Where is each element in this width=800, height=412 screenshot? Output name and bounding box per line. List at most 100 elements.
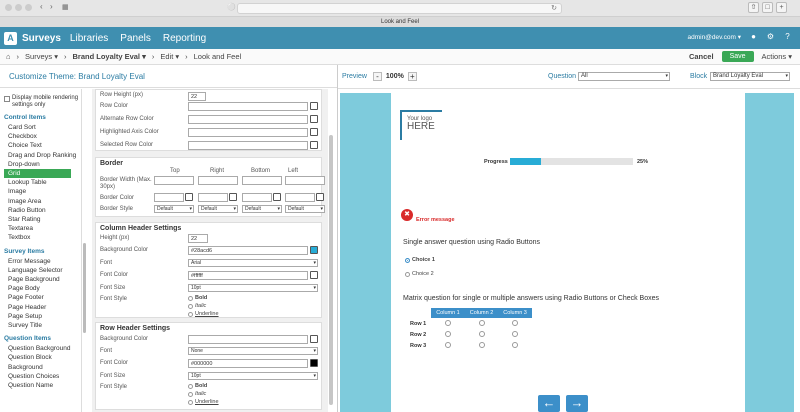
- sidebar-item[interactable]: Choice Text: [4, 141, 81, 150]
- matrix-radio[interactable]: [512, 319, 519, 326]
- alt-row-color-input[interactable]: [188, 115, 308, 124]
- gear-icon[interactable]: ⚙: [766, 32, 775, 41]
- matrix-radio[interactable]: [478, 330, 485, 337]
- border-width-right[interactable]: [198, 176, 238, 185]
- user-menu[interactable]: admin@dev.com ▾: [688, 33, 741, 41]
- row-bg-swatch[interactable]: [310, 335, 318, 343]
- row-font-color-swatch[interactable]: [310, 359, 318, 367]
- row-font-select[interactable]: None: [188, 347, 318, 355]
- cancel-button[interactable]: Cancel: [689, 52, 714, 61]
- close-window-icon[interactable]: [5, 4, 12, 11]
- border-style-left[interactable]: Default: [285, 205, 325, 213]
- border-style-bottom[interactable]: Default: [242, 205, 282, 213]
- col-style-italic[interactable]: Italic: [188, 303, 206, 309]
- sidebar-item[interactable]: Question Choices: [4, 372, 81, 381]
- sidebar-item[interactable]: Grid: [4, 169, 71, 179]
- sidebar-item[interactable]: Drag and Drop Ranking: [4, 151, 81, 160]
- selected-row-color-swatch[interactable]: [310, 141, 318, 149]
- border-color-bottom-swatch[interactable]: [273, 193, 281, 201]
- mobile-settings-toggle[interactable]: Display mobile rendering settings only: [4, 95, 81, 109]
- crumb-edit[interactable]: Edit ▾: [160, 52, 179, 61]
- col-bg-swatch[interactable]: [310, 246, 318, 254]
- zoom-out-button[interactable]: -: [372, 72, 382, 81]
- col-style-bold[interactable]: Bold: [188, 295, 207, 301]
- zoom-in-button[interactable]: +: [407, 72, 417, 81]
- border-style-top[interactable]: Default: [154, 205, 194, 213]
- reload-icon[interactable]: ↻: [551, 4, 557, 12]
- border-color-right-swatch[interactable]: [229, 193, 237, 201]
- sidebar-item[interactable]: Page Background: [4, 275, 81, 284]
- user-icon[interactable]: ●: [749, 32, 758, 41]
- sidebar-item[interactable]: Page Setup: [4, 312, 81, 321]
- sidebar-item[interactable]: Drop-down: [4, 160, 81, 169]
- mobile-checkbox[interactable]: [4, 96, 10, 102]
- highlight-axis-color-input[interactable]: [188, 128, 308, 137]
- sidebar-toggle-icon[interactable]: ▦: [62, 3, 69, 11]
- alt-row-color-swatch[interactable]: [310, 115, 318, 123]
- maximize-window-icon[interactable]: [25, 4, 32, 11]
- tabs-icon[interactable]: □: [762, 2, 773, 13]
- matrix-radio[interactable]: [444, 330, 451, 337]
- crumb-surveys[interactable]: Surveys ▾: [25, 52, 58, 61]
- properties-scrollbar[interactable]: [329, 135, 333, 405]
- border-style-right[interactable]: Default: [198, 205, 238, 213]
- border-color-left[interactable]: [285, 193, 315, 202]
- border-color-top[interactable]: [154, 193, 184, 202]
- border-color-bottom[interactable]: [242, 193, 272, 202]
- next-arrow-button[interactable]: →: [566, 395, 588, 412]
- nav-libraries[interactable]: Libraries: [70, 33, 108, 44]
- row-height-input[interactable]: 22: [188, 92, 206, 101]
- col-bg-input[interactable]: #28acd6: [188, 246, 308, 255]
- border-width-left[interactable]: [285, 176, 325, 185]
- new-tab-icon[interactable]: +: [776, 2, 787, 13]
- choice-1-radio[interactable]: Choice 1: [405, 257, 435, 263]
- row-font-color-input[interactable]: #000000: [188, 359, 308, 368]
- block-filter-select[interactable]: Brand Loyalty Eval: [710, 72, 790, 81]
- address-bar[interactable]: ⚪ ↻: [227, 3, 562, 14]
- nav-reporting[interactable]: Reporting: [163, 33, 206, 44]
- sidebar-item[interactable]: Lookup Table: [4, 178, 81, 187]
- minimize-window-icon[interactable]: [15, 4, 22, 11]
- sidebar-item[interactable]: Radio Button: [4, 206, 81, 215]
- sidebar-scrollbar[interactable]: [83, 243, 86, 333]
- sidebar-item[interactable]: Question Block Background: [4, 353, 81, 371]
- matrix-radio[interactable]: [444, 319, 451, 326]
- sidebar-item[interactable]: Checkbox: [4, 132, 81, 141]
- sidebar-item[interactable]: Question Name: [4, 381, 81, 390]
- brand-surveys[interactable]: Surveys: [22, 33, 61, 44]
- row-color-input[interactable]: [188, 102, 308, 111]
- sidebar-item[interactable]: Language Selector: [4, 266, 81, 275]
- choice-2-radio[interactable]: Choice 2: [405, 271, 434, 277]
- row-style-underline[interactable]: Underline: [188, 399, 219, 405]
- matrix-radio[interactable]: [478, 341, 485, 348]
- actions-menu[interactable]: Actions ▾: [762, 52, 792, 61]
- sidebar-item[interactable]: Card Sort: [4, 123, 81, 132]
- forward-icon[interactable]: ›: [50, 2, 53, 11]
- matrix-radio[interactable]: [512, 341, 519, 348]
- help-icon[interactable]: ?: [783, 32, 792, 41]
- col-size-select[interactable]: 10pt: [188, 284, 318, 292]
- col-height-input[interactable]: 22: [188, 234, 208, 243]
- matrix-radio[interactable]: [444, 341, 451, 348]
- sidebar-item[interactable]: Page Body: [4, 284, 81, 293]
- save-button[interactable]: Save: [721, 51, 754, 62]
- sidebar-item[interactable]: Question Background: [4, 344, 81, 353]
- matrix-radio[interactable]: [478, 319, 485, 326]
- row-color-swatch[interactable]: [310, 102, 318, 110]
- back-arrow-button[interactable]: ←: [538, 395, 560, 412]
- border-color-right[interactable]: [198, 193, 228, 202]
- col-font-color-input[interactable]: #ffffff: [188, 271, 308, 280]
- row-size-select[interactable]: 10pt: [188, 372, 318, 380]
- sidebar-item[interactable]: Textbox: [4, 233, 81, 242]
- col-font-color-swatch[interactable]: [310, 271, 318, 279]
- border-color-left-swatch[interactable]: [316, 193, 324, 201]
- sidebar-item[interactable]: Image Area: [4, 197, 81, 206]
- highlight-axis-color-swatch[interactable]: [310, 128, 318, 136]
- sidebar-item[interactable]: Textarea: [4, 224, 81, 233]
- app-logo[interactable]: A: [4, 31, 17, 45]
- row-style-bold[interactable]: Bold: [188, 383, 207, 389]
- selected-row-color-input[interactable]: [188, 141, 308, 150]
- share-icon[interactable]: ⇧: [748, 2, 759, 13]
- question-filter-select[interactable]: All: [578, 72, 670, 81]
- sidebar-item[interactable]: Error Message: [4, 257, 81, 266]
